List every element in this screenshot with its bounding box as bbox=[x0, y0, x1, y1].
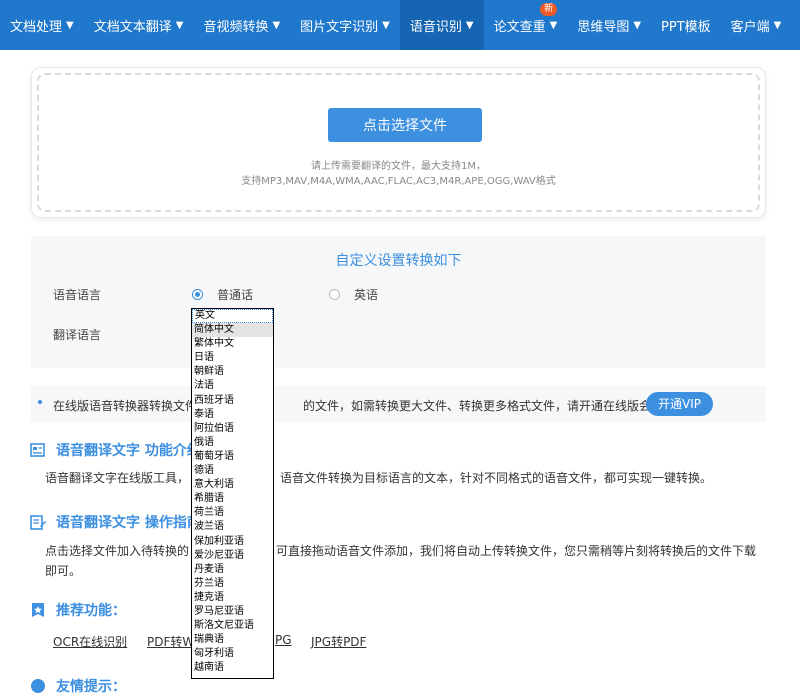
intro-text-part1: 语音翻译文字在线版工具， bbox=[45, 471, 190, 485]
caret-down-icon: ▼ bbox=[382, 19, 390, 31]
translate-language-label: 翻译语言 bbox=[53, 328, 102, 342]
dropdown-option[interactable]: 西班牙语 bbox=[192, 394, 273, 408]
dropdown-option[interactable]: 德语 bbox=[192, 464, 273, 478]
dropdown-option[interactable]: 爱沙尼亚语 bbox=[192, 549, 273, 563]
upload-hint-line2: 支持MP3,MAV,M4A,WMA,AAC,FLAC,AC3,M4R,APE,O… bbox=[241, 176, 556, 187]
nav-item-speech-recognition[interactable]: 语音识别 ▼ bbox=[399, 0, 484, 50]
voice-language-label: 语音语言 bbox=[53, 288, 102, 302]
settings-title: 自定义设置转换如下 bbox=[335, 253, 462, 269]
notice-text-part2: 的文件，如需转换更大文件、转换更多格式文件，请开通在线版会员。 bbox=[303, 399, 676, 413]
guide-text-line2: 即可。 bbox=[45, 564, 82, 578]
link-jpg-to-pdf[interactable]: JPG转PDF bbox=[311, 633, 366, 650]
nav-label: 客户端 bbox=[730, 19, 770, 35]
dropdown-option[interactable]: 法语 bbox=[192, 379, 273, 393]
nav-item-doc-translate[interactable]: 文档文本翻译 ▼ bbox=[84, 0, 194, 50]
upload-dropzone[interactable]: 点击选择文件 请上传需要翻译的文件，最大支持1M， 支持MP3,MAV,M4A,… bbox=[37, 73, 760, 212]
radio-checked-icon bbox=[192, 289, 203, 300]
nav-item-image-ocr[interactable]: 图片文字识别 ▼ bbox=[290, 0, 400, 50]
translate-language-dropdown[interactable]: 英文 简体中文 繁体中文 日语 朝鲜语 法语 西班牙语 泰语 阿拉伯语 俄语 葡萄牙语 德语 意大利语希… bbox=[191, 308, 274, 679]
radio-label: 普通话 bbox=[217, 288, 254, 302]
link-ocr-online[interactable]: OCR在线识别 bbox=[53, 633, 127, 650]
nav-label: 音视频转换 bbox=[203, 19, 269, 35]
link-pdf-to-word[interactable]: PDF转W bbox=[147, 633, 194, 650]
info-icon bbox=[31, 679, 45, 693]
dropdown-option[interactable]: 简体中文 bbox=[192, 323, 273, 338]
dropdown-option[interactable]: 阿拉伯语 bbox=[192, 422, 273, 436]
radio-unchecked-icon bbox=[329, 289, 340, 300]
nav-label: 文档文本翻译 bbox=[93, 19, 172, 35]
notice-bar: 在线版语音转换器转换文件 的文件，如需转换更大文件、转换更多格式文件，请开通在线… bbox=[31, 386, 766, 422]
dropdown-option[interactable]: 日语 bbox=[192, 351, 273, 365]
caret-down-icon: ▼ bbox=[272, 19, 281, 31]
caret-down-icon: ▼ bbox=[633, 19, 642, 31]
dropdown-option[interactable]: 越南语 bbox=[192, 661, 273, 675]
radio-label: 英语 bbox=[354, 288, 379, 302]
nav-label: 思维导图 bbox=[577, 19, 630, 35]
nav-label: 图片文字识别 bbox=[300, 19, 379, 35]
caret-down-icon: ▼ bbox=[175, 19, 184, 31]
new-badge: 新 bbox=[540, 3, 558, 16]
settings-panel: 自定义设置转换如下 语音语言 普通话 英语 翻译语言 bbox=[31, 236, 766, 368]
caret-down-icon: ▼ bbox=[66, 19, 74, 31]
nav-item-av-convert[interactable]: 音视频转换 ▼ bbox=[193, 0, 290, 50]
radio-english[interactable]: 英语 bbox=[329, 286, 378, 303]
dropdown-option[interactable]: 斯洛文尼亚语 bbox=[192, 619, 273, 633]
nav-label: 文档处理 bbox=[10, 19, 63, 35]
dropdown-option[interactable]: 保加利亚语 bbox=[192, 535, 273, 549]
dropdown-option[interactable]: 俄语 bbox=[192, 436, 273, 450]
dropdown-option[interactable]: 芬兰语 bbox=[192, 577, 273, 591]
dropdown-option[interactable]: 捷克语 bbox=[192, 591, 273, 605]
dropdown-option[interactable]: 波兰语 bbox=[192, 520, 273, 534]
nav-item-ppt-template[interactable]: PPT模板 bbox=[651, 0, 721, 50]
open-vip-button[interactable]: 开通VIP bbox=[646, 392, 713, 416]
select-file-button[interactable]: 点击选择文件 bbox=[328, 108, 482, 142]
guide-title-text: 语音翻译文字 操作指南 bbox=[56, 515, 201, 531]
top-nav: 文档处理 ▼ 文档文本翻译 ▼ 音视频转换 ▼ 图片文字识别 ▼ 语音识别 ▼ 论文查重 ▼… bbox=[0, 0, 800, 50]
dropdown-option[interactable]: 朝鲜语 bbox=[192, 365, 273, 379]
caret-down-icon: ▼ bbox=[549, 19, 558, 31]
intro-title-text: 语音翻译文字 功能介绍 bbox=[56, 443, 201, 459]
upload-hint-line1: 请上传需要翻译的文件，最大支持1M， bbox=[311, 161, 486, 172]
intro-section-title: 语音翻译文字 功能介绍 bbox=[30, 440, 201, 460]
nav-item-plagiarism-check[interactable]: 论文查重 ▼ 新 bbox=[484, 0, 568, 50]
dropdown-option[interactable]: 丹麦语 bbox=[192, 563, 273, 577]
radio-mandarin[interactable]: 普通话 bbox=[192, 286, 253, 303]
caret-down-icon: ▼ bbox=[465, 19, 474, 31]
dropdown-option[interactable]: 匈牙利语 bbox=[192, 647, 273, 661]
link-to-jpg[interactable]: PG bbox=[275, 633, 292, 647]
nav-label: 论文查重 bbox=[493, 19, 546, 35]
dropdown-option[interactable]: 希腊语 bbox=[192, 492, 273, 506]
caret-down-icon: ▼ bbox=[773, 19, 782, 31]
notice-text-part1: 在线版语音转换器转换文件 bbox=[53, 399, 198, 413]
bullet-dot-icon bbox=[38, 400, 42, 404]
nav-item-doc-processing[interactable]: 文档处理 ▼ bbox=[0, 0, 84, 50]
dropdown-option[interactable]: 罗马尼亚语 bbox=[192, 605, 273, 619]
dropdown-option[interactable]: 葡萄牙语 bbox=[192, 450, 273, 464]
nav-item-mindmap[interactable]: 思维导图 ▼ bbox=[567, 0, 651, 50]
dropdown-option[interactable]: 繁体中文 bbox=[192, 337, 273, 351]
star-badge-icon bbox=[32, 603, 44, 617]
guide-section-title: 语音翻译文字 操作指南 bbox=[30, 512, 201, 532]
upload-card: 点击选择文件 请上传需要翻译的文件，最大支持1M， 支持MP3,MAV,M4A,… bbox=[31, 67, 766, 218]
document-icon bbox=[30, 443, 45, 457]
dropdown-option[interactable]: 意大利语 bbox=[192, 478, 273, 492]
nav-item-client[interactable]: 客户端 ▼ bbox=[721, 0, 792, 50]
recommend-section-title: 推荐功能： bbox=[30, 600, 126, 620]
tips-title-text: 友情提示： bbox=[56, 679, 126, 695]
nav-label: 语音识别 bbox=[409, 19, 462, 35]
dropdown-option[interactable]: 泰语 bbox=[192, 408, 273, 422]
guide-text-part1: 点击选择文件加入待转换的 bbox=[45, 544, 190, 558]
edit-document-icon bbox=[30, 515, 46, 530]
tips-section-title: 友情提示： bbox=[30, 676, 126, 696]
dropdown-option[interactable]: 荷兰语 bbox=[192, 506, 273, 520]
recommend-title-text: 推荐功能： bbox=[56, 603, 126, 619]
dropdown-option[interactable]: 瑞典语 bbox=[192, 633, 273, 647]
dropdown-option[interactable]: 英文 bbox=[192, 309, 273, 324]
intro-text-part2: 语音文件转换为目标语言的文本，针对不同格式的语音文件，都可实现一键转换。 bbox=[280, 471, 713, 485]
guide-text-part2: 可直接拖动语音文件添加，我们将自动上传转换文件，您只需稍等片刻将转换后的文件下载 bbox=[276, 544, 757, 558]
nav-label: PPT模板 bbox=[661, 19, 711, 35]
